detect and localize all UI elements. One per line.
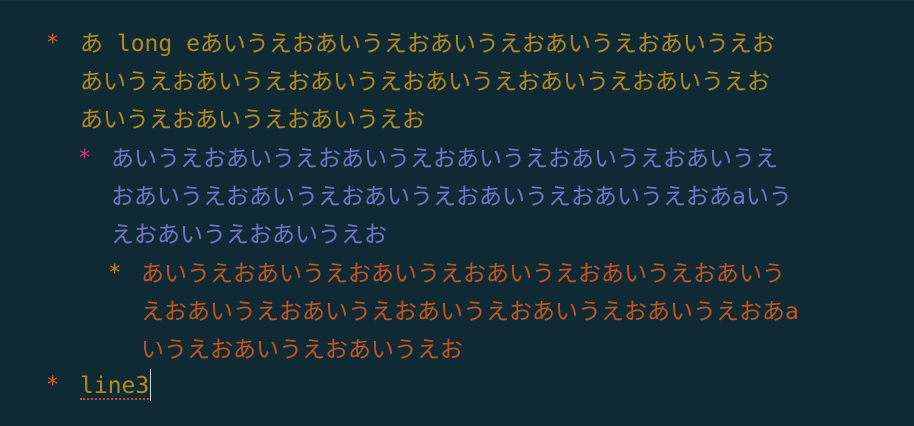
text-editor[interactable]: * あ long eあいうえおあいうえおあいうえおあいうえおあいうえお あいうえ… <box>0 0 914 426</box>
list-item-line[interactable]: あいうえおあいうえおあいうえおあいうえおあいうえおあいう <box>141 255 785 293</box>
spellcheck-flagged-word[interactable]: line3 <box>80 374 150 400</box>
list-item-line[interactable]: line3 <box>80 367 152 405</box>
bullet-star-icon: * <box>46 373 60 398</box>
bullet-star-icon: * <box>108 261 122 286</box>
list-item-line[interactable]: あいうえおあいうえおあいうえおあいうえおあいうえおあいうえお <box>80 63 770 101</box>
list-item-line[interactable]: えおあいうえおあいうえお <box>111 216 387 254</box>
bullet-star-icon: * <box>46 31 60 56</box>
text-cursor <box>150 368 152 401</box>
list-item-line[interactable]: あいうえおあいうえおあいうえおあいうえおあいうえおあいうえ <box>111 140 778 178</box>
bullet-star-icon: * <box>78 146 92 171</box>
list-item-line[interactable]: あいうえおあいうえおあいうえお <box>80 101 425 139</box>
list-item-line[interactable]: えおあいうえおあいうえおあいうえおあいうえおあいうえおあa <box>141 293 799 331</box>
list-item-line[interactable]: おあいうえおあいうえおあいうえおあいうえおあいうえおあaいう <box>111 178 792 216</box>
list-item-line[interactable]: あ long eあいうえおあいうえおあいうえおあいうえおあいうえお <box>80 25 775 63</box>
list-item-line[interactable]: いうえおあいうえおあいうえお <box>141 331 463 369</box>
